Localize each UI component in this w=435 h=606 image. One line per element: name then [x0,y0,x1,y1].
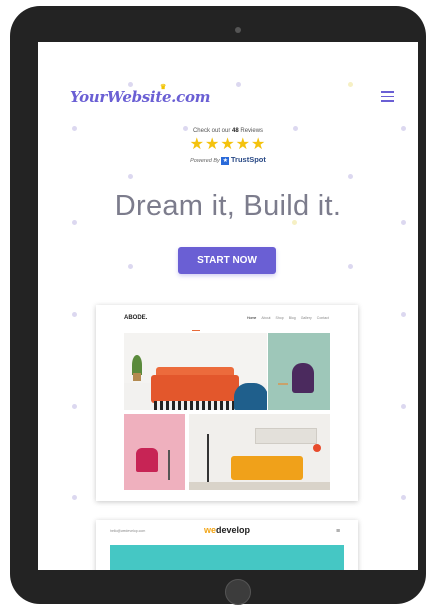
abode-nav-item: Shop [275,316,284,320]
plant-shape [132,355,142,375]
abode-nav-item: Contact [316,316,329,320]
background-dot [348,82,353,87]
orange-sofa-shape [151,375,239,403]
wedevelop-banner [110,545,344,570]
abode-nav-item: Blog [288,316,296,320]
abode-nav-item: Home [247,316,257,320]
background-dot [128,174,133,179]
yellow-sofa-shape [231,456,303,480]
wedevelop-menu-icon: ≡ [336,528,341,535]
stage: YourWebsite.com ♛ Check out our 48 Revie… [0,0,435,606]
crown-icon: ♛ [160,82,166,91]
rating-stars: ★★★★★ [189,136,267,153]
background-dot [72,312,77,317]
pink-chair-shape [136,448,158,472]
camera-icon [235,27,241,33]
start-now-button[interactable]: START NOW [178,247,276,274]
lounge-image [189,414,330,490]
reviews-text: Check out our 48 Reviews [192,128,264,134]
background-dot [236,82,241,87]
home-button[interactable] [225,579,251,605]
abode-nav-item: Gallery [300,316,312,320]
purple-chair-shape [292,363,314,393]
background-dot [128,264,133,269]
abode-logo: ABODE. [124,315,148,321]
living-room-image [124,333,267,410]
site-logo[interactable]: YourWebsite.com ♛ [70,82,211,106]
blue-chair-shape [234,383,267,410]
hero-headline: Dream it, Build it. [114,190,342,222]
powered-by: Powered By ★ TrustSpot [38,155,418,165]
powered-by-label: Powered By [190,158,220,164]
background-dot [401,495,406,500]
background-dot [348,264,353,269]
trustspot-name: TrustSpot [230,155,266,164]
abode-nav-item: About [261,316,271,320]
pink-room-image [124,414,185,490]
background-dot [72,495,77,500]
background-dot [128,82,133,87]
background-dot [72,404,77,409]
preview-wedevelop[interactable]: hello@wedevelop.com wedevelop ≡ [96,520,358,570]
background-dot [348,174,353,179]
site-logo-text: YourWebsite.com [70,88,211,106]
background-dot [401,404,406,409]
green-room-image [268,333,330,410]
background-dot [401,312,406,317]
reviews-widget[interactable]: Check out our 48 Reviews ★★★★★ Powered B… [38,128,418,165]
reviews-count: 48 [232,128,239,134]
trustspot-logo-icon: ★ [221,156,230,165]
abode-nav: Home About Shop Blog Gallery Contact [247,316,334,320]
preview-abode[interactable]: ABODE. Home About Shop Blog Gallery Contact [96,305,358,501]
tablet-screen: YourWebsite.com ♛ Check out our 48 Revie… [38,42,418,570]
floor-lamp-shape [207,434,209,486]
accent-bar [192,330,200,331]
wedevelop-logo: wedevelop [203,525,251,535]
hamburger-menu-icon[interactable] [381,91,394,102]
